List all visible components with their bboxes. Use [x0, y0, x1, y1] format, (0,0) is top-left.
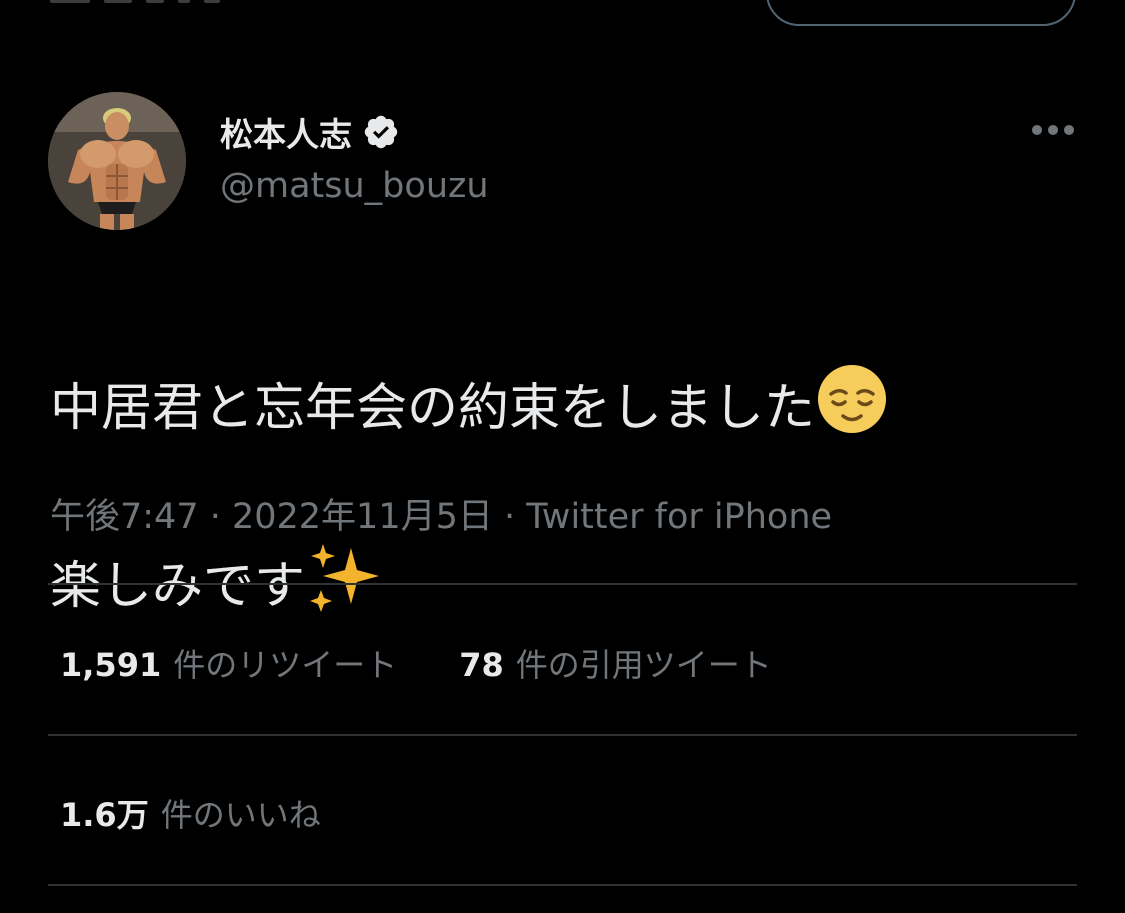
tweet-line-2: 楽しみです — [50, 540, 1100, 638]
author-handle[interactable]: @matsu_bouzu — [220, 166, 489, 206]
engagement-row: 1,591 件のリツイート 78 件の引用ツイート — [60, 640, 772, 686]
likes-row: 1.6万 件のいいね — [60, 790, 321, 836]
tweet-line-1: 中居君と忘年会の約束をしました — [50, 362, 1100, 460]
sparkles-emoji — [305, 540, 385, 638]
divider — [48, 734, 1077, 736]
top-bar-remnant — [50, 0, 350, 4]
avatar-image — [48, 92, 186, 230]
retweets-stat[interactable]: 1,591 件のリツイート — [60, 640, 397, 686]
retweets-label: 件のリツイート — [173, 646, 398, 684]
relieved-face-emoji — [815, 362, 889, 460]
tweet-line-2-text: 楽しみです — [50, 557, 306, 616]
more-horizontal-icon[interactable] — [1031, 124, 1075, 136]
author-name-row[interactable]: 松本人志 — [220, 108, 400, 156]
author-name[interactable]: 松本人志 — [220, 108, 352, 156]
likes-label: 件のいいね — [160, 796, 321, 834]
avatar[interactable] — [48, 92, 186, 230]
retweets-count: 1,591 — [60, 646, 162, 684]
likes-count: 1.6万 — [60, 796, 149, 834]
tweet-line-1-text: 中居君と忘年会の約束をしました — [50, 379, 816, 438]
divider — [48, 884, 1077, 886]
quotes-stat[interactable]: 78 件の引用ツイート — [459, 640, 772, 686]
tweet-timestamp-source[interactable]: 午後7:47 · 2022年11月5日 · Twitter for iPhone — [50, 488, 832, 539]
likes-stat[interactable]: 1.6万 件のいいね — [60, 790, 321, 836]
verified-badge-icon — [364, 115, 398, 149]
divider — [48, 583, 1077, 585]
quotes-count: 78 — [459, 646, 504, 684]
quotes-label: 件の引用ツイート — [515, 646, 772, 684]
follow-button[interactable] — [766, 0, 1076, 26]
